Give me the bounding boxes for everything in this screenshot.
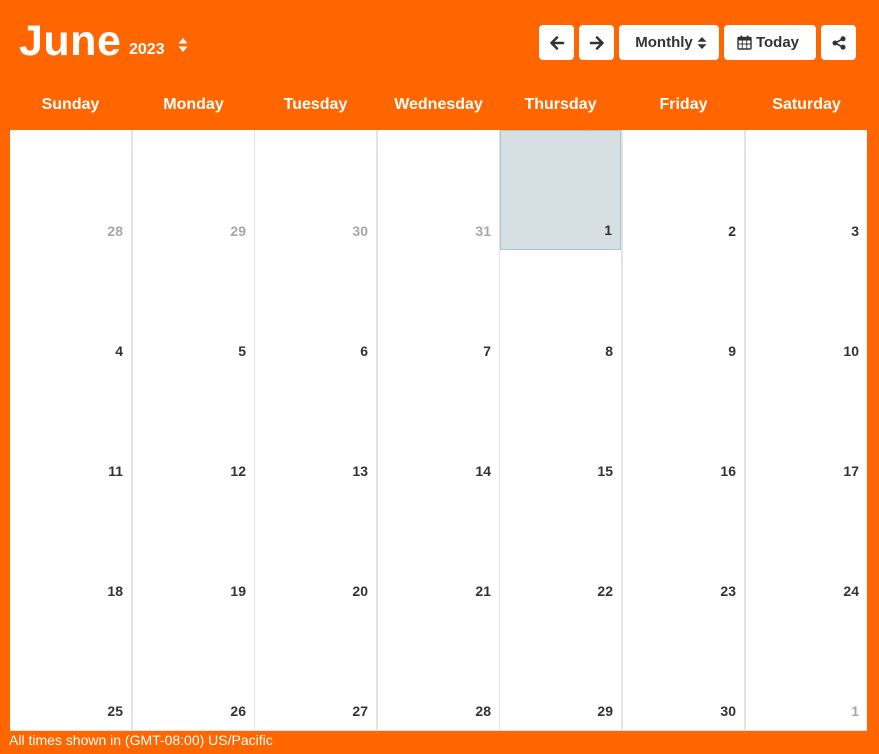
day-cell[interactable]: 24 bbox=[746, 490, 867, 610]
day-cell[interactable]: 25 bbox=[10, 610, 131, 730]
day-number: 25 bbox=[107, 703, 123, 719]
day-cell[interactable]: 28 bbox=[10, 130, 131, 250]
day-number: 6 bbox=[360, 343, 368, 359]
day-cell[interactable]: 31 bbox=[378, 130, 499, 250]
day-number: 23 bbox=[720, 583, 736, 599]
arrow-left-icon bbox=[549, 35, 564, 50]
weekday-friday: Friday bbox=[659, 96, 708, 113]
day-cell[interactable]: 18 bbox=[10, 490, 131, 610]
weekday-tuesday: Tuesday bbox=[283, 96, 348, 113]
day-number: 30 bbox=[720, 703, 736, 719]
day-number: 16 bbox=[720, 463, 736, 479]
weekday-monday: Monday bbox=[163, 96, 224, 113]
day-cell[interactable]: 30 bbox=[623, 610, 744, 730]
day-number: 29 bbox=[230, 223, 246, 239]
day-cell[interactable]: 4 bbox=[10, 250, 131, 370]
day-cell[interactable]: 2 bbox=[623, 130, 744, 250]
day-number: 19 bbox=[230, 583, 246, 599]
day-cell[interactable]: 23 bbox=[623, 490, 744, 610]
view-mode-dropdown[interactable]: Monthly bbox=[619, 25, 719, 60]
day-number: 20 bbox=[352, 583, 368, 599]
weekday-sunday: Sunday bbox=[41, 96, 100, 113]
previous-month-button[interactable] bbox=[539, 25, 574, 60]
day-number: 9 bbox=[728, 343, 736, 359]
day-number: 15 bbox=[597, 463, 613, 479]
day-cell[interactable]: 3 bbox=[746, 130, 867, 250]
day-number: 1 bbox=[604, 222, 612, 238]
day-number: 7 bbox=[483, 343, 491, 359]
day-number: 13 bbox=[352, 463, 368, 479]
calendar-header: June 2023 Monthly Today bbox=[0, 0, 879, 84]
day-number: 10 bbox=[843, 343, 859, 359]
day-cell[interactable]: 15 bbox=[500, 370, 621, 490]
day-number: 11 bbox=[108, 463, 123, 479]
day-cell[interactable]: 13 bbox=[255, 370, 376, 490]
calendar-icon bbox=[737, 35, 752, 50]
day-cell[interactable]: 1 bbox=[746, 610, 867, 730]
weekday-wednesday: Wednesday bbox=[394, 96, 483, 113]
month-grid: 28 29 30 31 1 2 3 4 5 6 7 8 9 10 11 12 13 14 15 16 17 18 19 20 2… bbox=[10, 130, 867, 731]
year-selector[interactable]: 2023 bbox=[129, 40, 165, 60]
day-cell[interactable]: 6 bbox=[255, 250, 376, 370]
day-number: 29 bbox=[597, 703, 613, 719]
day-number: 2 bbox=[728, 223, 736, 239]
day-number: 12 bbox=[230, 463, 246, 479]
day-cell[interactable]: 29 bbox=[133, 130, 254, 250]
day-number: 22 bbox=[597, 583, 613, 599]
day-cell[interactable]: 14 bbox=[378, 370, 499, 490]
day-cell[interactable]: 26 bbox=[133, 610, 254, 730]
arrow-right-icon bbox=[589, 35, 604, 50]
weekday-header-row: Sunday Monday Tuesday Wednesday Thursday Frid… bbox=[10, 84, 867, 130]
timezone-note: All times shown in (GMT-08:00) US/Pacifi… bbox=[9, 732, 273, 748]
day-number: 21 bbox=[475, 583, 491, 599]
day-cell[interactable]: 8 bbox=[500, 250, 621, 370]
day-cell[interactable]: 16 bbox=[623, 370, 744, 490]
day-cell[interactable]: 22 bbox=[500, 490, 621, 610]
month-title: June bbox=[19, 17, 122, 65]
day-cell[interactable]: 21 bbox=[378, 490, 499, 610]
next-month-button[interactable] bbox=[579, 25, 614, 60]
day-number: 28 bbox=[107, 223, 123, 239]
day-cell[interactable]: 9 bbox=[623, 250, 744, 370]
day-cell[interactable]: 12 bbox=[133, 370, 254, 490]
day-number: 28 bbox=[475, 703, 491, 719]
day-number: 8 bbox=[605, 343, 613, 359]
day-cell[interactable]: 30 bbox=[255, 130, 376, 250]
today-button[interactable]: Today bbox=[724, 25, 816, 60]
day-cell[interactable]: 20 bbox=[255, 490, 376, 610]
sort-icon[interactable] bbox=[178, 37, 188, 53]
day-number: 4 bbox=[115, 343, 123, 359]
today-label: Today bbox=[755, 34, 800, 51]
sort-icon bbox=[697, 36, 707, 49]
share-button[interactable] bbox=[821, 25, 856, 60]
day-cell[interactable]: 19 bbox=[133, 490, 254, 610]
weekday-thursday: Thursday bbox=[524, 96, 597, 113]
day-number: 17 bbox=[843, 463, 859, 479]
share-icon bbox=[832, 35, 845, 50]
day-cell[interactable]: 7 bbox=[378, 250, 499, 370]
day-number: 27 bbox=[352, 703, 368, 719]
day-cell[interactable]: 29 bbox=[500, 610, 621, 730]
day-cell[interactable]: 17 bbox=[746, 370, 867, 490]
day-number: 24 bbox=[843, 583, 859, 599]
day-cell[interactable]: 11 bbox=[10, 370, 131, 490]
view-mode-label: Monthly bbox=[635, 34, 693, 51]
day-cell[interactable]: 5 bbox=[133, 250, 254, 370]
day-number: 1 bbox=[851, 703, 859, 719]
day-cell[interactable]: 27 bbox=[255, 610, 376, 730]
day-number: 3 bbox=[851, 223, 859, 239]
day-cell[interactable]: 28 bbox=[378, 610, 499, 730]
day-number: 18 bbox=[107, 583, 123, 599]
weekday-saturday: Saturday bbox=[772, 96, 841, 113]
day-cell-today[interactable]: 1 bbox=[500, 130, 621, 250]
day-cell[interactable]: 10 bbox=[746, 250, 867, 370]
day-number: 26 bbox=[230, 703, 246, 719]
day-number: 5 bbox=[238, 343, 246, 359]
day-number: 30 bbox=[352, 223, 368, 239]
day-number: 14 bbox=[475, 463, 491, 479]
day-number: 31 bbox=[475, 223, 491, 239]
